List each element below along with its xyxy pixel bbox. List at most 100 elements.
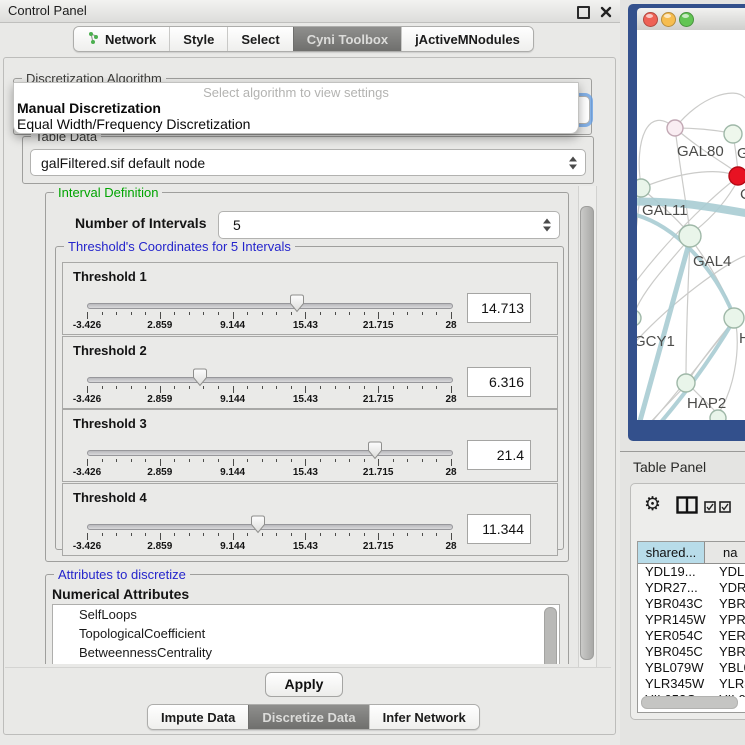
slider-track[interactable] bbox=[87, 303, 453, 309]
network-node[interactable] bbox=[637, 179, 650, 197]
tab-style[interactable]: Style bbox=[169, 27, 227, 51]
combo-spinner-icon[interactable] bbox=[543, 219, 551, 232]
network-node[interactable] bbox=[729, 167, 745, 185]
tab-jactivemnodules[interactable]: jActiveMNodules bbox=[401, 27, 533, 51]
numerical-attributes-label: Numerical Attributes bbox=[52, 586, 189, 602]
network-node[interactable] bbox=[679, 225, 701, 247]
mac-close-icon[interactable] bbox=[643, 12, 658, 27]
threshold-label: Threshold 1 bbox=[73, 269, 147, 284]
mac-zoom-icon[interactable] bbox=[679, 12, 694, 27]
float-window-icon[interactable] bbox=[577, 6, 590, 19]
table-row[interactable]: YER054CYER0 bbox=[638, 628, 745, 644]
table-data-combobox[interactable]: galFiltered.sif default node bbox=[30, 149, 586, 176]
table-row[interactable]: YBR045CYBR0 bbox=[638, 644, 745, 660]
network-edge[interactable] bbox=[675, 93, 745, 128]
network-view-canvas[interactable]: GAL80GCGAL11GAL4GCY1HHAP2 bbox=[637, 30, 745, 420]
network-node[interactable] bbox=[724, 308, 744, 328]
settings-scroll-viewport: Interval Definition Number of Intervals … bbox=[10, 186, 576, 664]
slider-thumb[interactable] bbox=[289, 294, 305, 313]
slider-thumb[interactable] bbox=[192, 368, 208, 387]
slider-ticks bbox=[87, 386, 451, 394]
combo-spinner-icon[interactable] bbox=[569, 156, 577, 169]
tab-label: Infer Network bbox=[383, 710, 466, 725]
slider-thumb[interactable] bbox=[250, 515, 266, 534]
mac-minimize-icon[interactable] bbox=[661, 12, 676, 27]
close-icon[interactable] bbox=[600, 5, 612, 17]
threshold-value-field[interactable]: 21.4 bbox=[467, 440, 531, 470]
node-attribute-table[interactable]: shared... na YDL19...YDL1YDR27...YDR2YBR… bbox=[637, 541, 745, 713]
gear-icon[interactable]: ⚙ bbox=[644, 493, 661, 515]
tab-discretize-data[interactable]: Discretize Data bbox=[248, 705, 368, 729]
group-title: Interval Definition bbox=[54, 186, 162, 200]
table-row[interactable]: YDR27...YDR2 bbox=[638, 580, 745, 596]
threshold-value-field[interactable]: 6.316 bbox=[467, 367, 531, 397]
table-data-value: galFiltered.sif default node bbox=[41, 150, 205, 175]
table-row[interactable]: YBL079WYBL0 bbox=[638, 660, 745, 676]
cell-name: YER0 bbox=[712, 628, 745, 644]
divider bbox=[620, 451, 745, 452]
table-row[interactable]: YDL19...YDL1 bbox=[638, 564, 745, 580]
slider-ticks bbox=[87, 533, 451, 541]
threshold-value-field[interactable]: 11.344 bbox=[467, 514, 531, 544]
network-node[interactable] bbox=[637, 310, 641, 326]
cell-shared-name: YBL079W bbox=[638, 660, 712, 676]
cell-shared-name: YBR043C bbox=[638, 596, 712, 612]
network-edge[interactable] bbox=[641, 172, 734, 188]
network-node[interactable] bbox=[667, 120, 683, 136]
threshold-label: Threshold 4 bbox=[73, 490, 147, 505]
tick-label: 2.859 bbox=[147, 467, 172, 478]
column-header-name[interactable]: na bbox=[705, 542, 745, 563]
cell-shared-name: YPR145W bbox=[638, 612, 712, 628]
list-scrollbar[interactable] bbox=[544, 607, 557, 664]
slider-tick-labels: -3.4262.8599.14415.4321.71528 bbox=[87, 541, 451, 552]
checkbox-icon[interactable] bbox=[704, 500, 716, 518]
slider-track[interactable] bbox=[87, 450, 453, 456]
popup-prompt: Select algorithm to view settings bbox=[14, 85, 578, 100]
tab-network[interactable]: Network bbox=[74, 27, 169, 51]
tab-select[interactable]: Select bbox=[227, 27, 292, 51]
tab-cyni-toolbox[interactable]: Cyni Toolbox bbox=[293, 27, 401, 51]
slider-tick-labels: -3.4262.8599.14415.4321.71528 bbox=[87, 320, 451, 331]
cell-name: YBR0 bbox=[712, 644, 745, 660]
horizontal-scrollbar-thumb[interactable] bbox=[641, 696, 738, 709]
scrollbar-thumb[interactable] bbox=[580, 206, 594, 660]
tab-infer-network[interactable]: Infer Network bbox=[369, 705, 479, 729]
tick-label: 2.859 bbox=[147, 541, 172, 552]
popup-option-manual-discretization[interactable]: Manual Discretization bbox=[14, 100, 578, 116]
group-title: Threshold's Coordinates for 5 Intervals bbox=[64, 239, 295, 254]
column-header-shared-name[interactable]: shared... bbox=[638, 542, 705, 563]
network-node[interactable] bbox=[724, 125, 742, 143]
node-label: G bbox=[737, 145, 745, 162]
tab-label: Cyni Toolbox bbox=[307, 32, 388, 47]
columns-icon[interactable] bbox=[676, 496, 698, 519]
divider bbox=[5, 667, 611, 668]
number-of-intervals-combobox[interactable]: 5 bbox=[218, 211, 560, 239]
cell-name: YBL0 bbox=[712, 660, 745, 676]
control-panel-titlebar: Control Panel bbox=[0, 0, 620, 23]
network-window-titlebar[interactable] bbox=[637, 8, 745, 31]
tab-impute-data[interactable]: Impute Data bbox=[148, 705, 248, 729]
apply-button[interactable]: Apply bbox=[265, 672, 343, 697]
table-row[interactable]: YBR043CYBR0 bbox=[638, 596, 745, 612]
node-label: GAL4 bbox=[693, 253, 731, 270]
cell-shared-name: YER054C bbox=[638, 628, 712, 644]
checkbox-icon[interactable] bbox=[719, 500, 731, 518]
tick-label: 28 bbox=[445, 541, 456, 552]
slider-track[interactable] bbox=[87, 377, 453, 383]
slider-track[interactable] bbox=[87, 524, 453, 530]
cell-name: YDL1 bbox=[712, 564, 745, 580]
cell-name: YBR0 bbox=[712, 596, 745, 612]
slider-tick-labels: -3.4262.8599.14415.4321.71528 bbox=[87, 394, 451, 405]
attribute-item-betweennesscentrality[interactable]: BetweennessCentrality bbox=[53, 643, 559, 662]
popup-option-equal-width-frequency-discretization[interactable]: Equal Width/Frequency Discretization bbox=[14, 116, 578, 132]
network-graph: GAL80GCGAL11GAL4GCY1HHAP2 bbox=[637, 30, 745, 420]
table-row[interactable]: YLR345WYLR3 bbox=[638, 676, 745, 692]
attribute-item-selfloops[interactable]: SelfLoops bbox=[53, 605, 559, 624]
table-row[interactable]: YPR145WYPR1 bbox=[638, 612, 745, 628]
threshold-value-field[interactable]: 14.713 bbox=[467, 293, 531, 323]
network-node[interactable] bbox=[677, 374, 695, 392]
slider-thumb[interactable] bbox=[367, 441, 383, 460]
numerical-attributes-list[interactable]: SelfLoopsTopologicalCoefficientBetweenne… bbox=[52, 604, 560, 664]
tick-label: 15.43 bbox=[293, 394, 318, 405]
attribute-item-topologicalcoefficient[interactable]: TopologicalCoefficient bbox=[53, 624, 559, 643]
